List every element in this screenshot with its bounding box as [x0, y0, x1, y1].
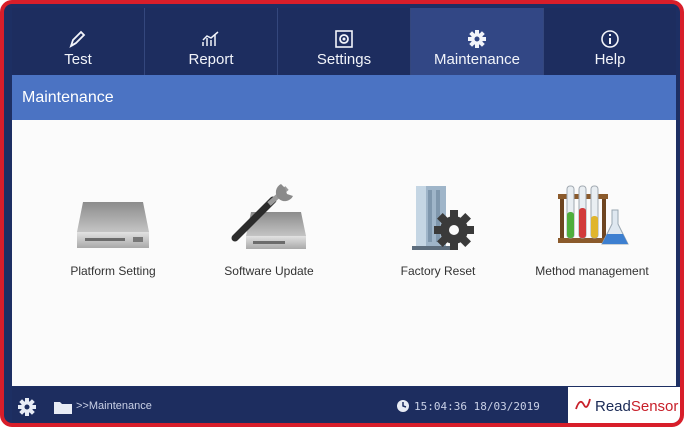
- page-title: Maintenance: [22, 88, 114, 106]
- device-frame: Test Report Settings Maintenance Help Ma…: [0, 0, 684, 427]
- brand-part1: Read: [595, 397, 631, 415]
- platform-setting-button[interactable]: Platform Setting: [43, 176, 183, 278]
- tab-test[interactable]: Test: [12, 8, 145, 75]
- brand-logo: ReadSensor: [568, 387, 680, 423]
- item-label: Platform Setting: [70, 264, 156, 278]
- breadcrumb: >>Maintenance: [76, 400, 152, 412]
- item-label: Factory Reset: [400, 264, 476, 278]
- tab-help[interactable]: Help: [544, 8, 676, 75]
- wrench-device-icon: [224, 176, 314, 254]
- top-nav: Test Report Settings Maintenance Help: [12, 8, 676, 75]
- tab-report[interactable]: Report: [145, 8, 278, 75]
- status-bar: >>Maintenance 15:04:36 18/03/2019: [12, 387, 568, 423]
- item-label: Method management: [535, 264, 649, 278]
- test-tubes-icon: [547, 176, 637, 254]
- info-icon: [599, 28, 621, 50]
- datetime: 15:04:36 18/03/2019: [414, 400, 540, 413]
- settings-box-icon: [333, 28, 355, 50]
- tab-label: Maintenance: [434, 51, 520, 68]
- item-label: Software Update: [224, 264, 314, 278]
- method-management-button[interactable]: Method management: [522, 176, 662, 278]
- tab-maintenance[interactable]: Maintenance: [411, 8, 544, 75]
- software-update-button[interactable]: Software Update: [199, 176, 339, 278]
- tab-label: Settings: [316, 51, 372, 68]
- tab-label: Test: [64, 51, 92, 68]
- settings-gear-icon[interactable]: [18, 398, 36, 416]
- page-title-bar: Maintenance: [12, 75, 676, 120]
- tab-label: Report: [188, 51, 234, 68]
- tab-label: Help: [594, 51, 626, 68]
- brand-mark-icon: [574, 395, 592, 418]
- device-icon: [68, 176, 158, 254]
- folder-icon[interactable]: [53, 399, 73, 415]
- factory-reset-button[interactable]: Factory Reset: [368, 176, 508, 278]
- maintenance-panel: Platform Setting Software Update Factory…: [12, 120, 676, 386]
- brand-part2: Sensor: [630, 397, 679, 415]
- pen-icon: [67, 28, 89, 50]
- gear-icon: [466, 28, 488, 50]
- brand-name: ReadSensor: [595, 398, 678, 415]
- tab-settings[interactable]: Settings: [278, 8, 411, 75]
- clock-icon: [396, 399, 410, 413]
- building-gear-icon: [393, 176, 483, 254]
- chart-icon: [200, 28, 222, 50]
